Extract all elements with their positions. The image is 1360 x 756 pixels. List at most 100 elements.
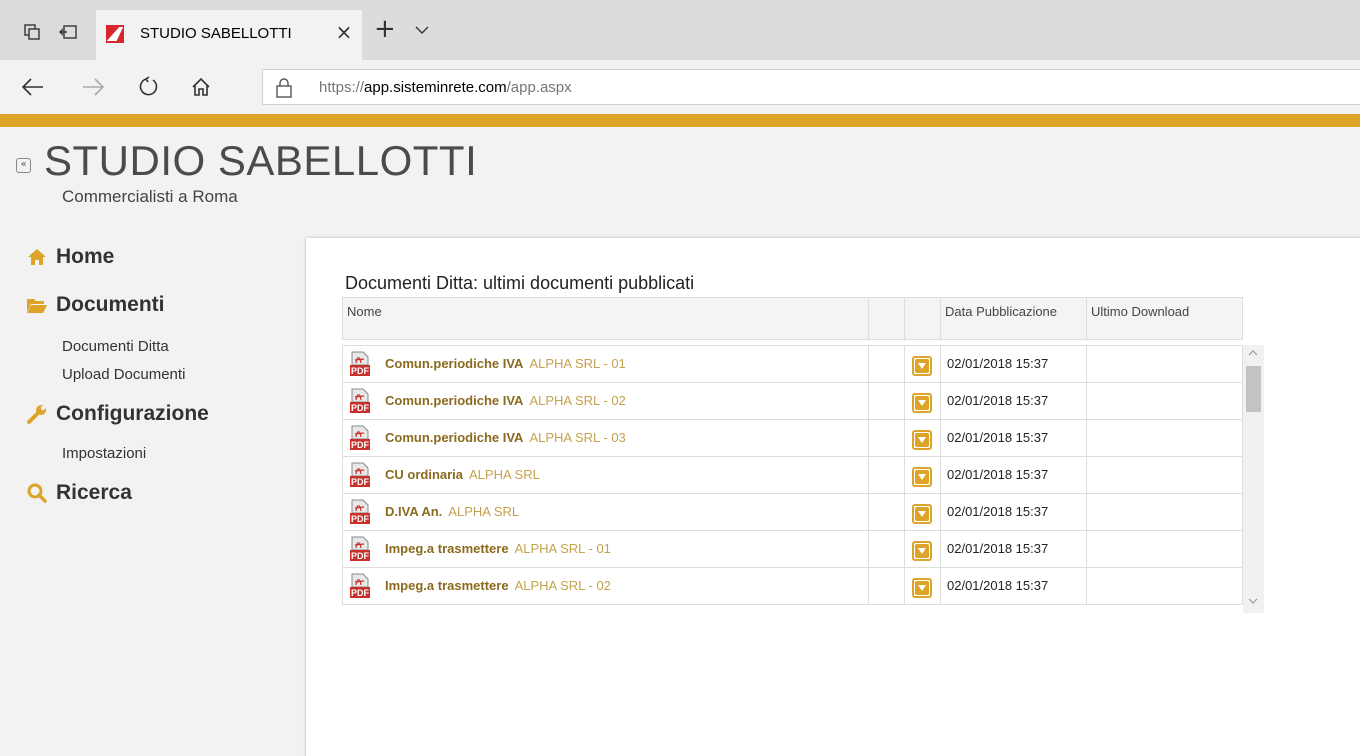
set-tabs-aside-icon[interactable] [58,22,78,42]
table-row[interactable]: PDF Comun.periodiche IVA ALPHA SRL - 02 0… [342,382,1243,420]
sidebar-label-home: Home [56,245,115,268]
document-title: Comun.periodiche IVA [385,393,524,408]
download-icon[interactable] [912,504,932,524]
tabs-aside-icon[interactable] [22,22,42,42]
refresh-icon[interactable] [134,72,164,102]
document-title: D.IVA An. [385,504,443,519]
empty-cell [869,346,905,382]
forward-arrow-icon[interactable] [78,72,108,102]
column-header-empty-1 [869,298,905,341]
table-row[interactable]: PDF CU ordinaria ALPHA SRL 02/01/2018 15:… [342,456,1243,494]
download-icon[interactable] [912,356,932,376]
download-icon[interactable] [912,467,932,487]
scroll-thumb[interactable] [1246,366,1261,412]
document-subtitle: ALPHA SRL - 02 [529,393,626,408]
document-title: Comun.periodiche IVA [385,430,524,445]
document-subtitle: ALPHA SRL - 01 [514,541,611,556]
search-icon [26,482,48,504]
table-row[interactable]: PDF Comun.periodiche IVA ALPHA SRL - 01 0… [342,345,1243,383]
document-link[interactable]: Comun.periodiche IVA ALPHA SRL - 01 [385,356,626,371]
pdf-file-icon: PDF [349,462,371,488]
publication-date: 02/01/2018 15:37 [947,430,1049,445]
svg-text:PDF: PDF [351,366,370,376]
sidebar-item-impostazioni[interactable]: Impostazioni [62,445,146,462]
url-path: /app.aspx [506,79,572,96]
brand-title: STUDIO SABELLOTTI [44,137,478,184]
empty-cell [869,420,905,456]
publication-date: 02/01/2018 15:37 [947,504,1049,519]
active-tab[interactable]: STUDIO SABELLOTTI × [96,10,362,60]
document-link[interactable]: Comun.periodiche IVA ALPHA SRL - 02 [385,393,626,408]
document-subtitle: ALPHA SRL - 01 [529,356,626,371]
url-text: https://app.sisteminrete.com/app.aspx [319,79,572,96]
download-icon[interactable] [912,578,932,598]
sidebar-item-documenti-ditta[interactable]: Documenti Ditta [62,338,169,355]
svg-text:PDF: PDF [351,551,370,561]
tab-title: STUDIO SABELLOTTI [140,25,292,42]
publication-date: 02/01/2018 15:37 [947,393,1049,408]
table-row[interactable]: PDF Comun.periodiche IVA ALPHA SRL - 03 0… [342,419,1243,457]
document-subtitle: ALPHA SRL [469,467,540,482]
empty-cell [869,568,905,604]
sidebar-item-upload-documenti[interactable]: Upload Documenti [62,366,185,383]
pdf-file-icon: PDF [349,388,371,414]
sidebar-label-configurazione: Configurazione [56,402,209,425]
download-icon[interactable] [912,393,932,413]
url-host: app.sisteminrete.com [364,79,507,96]
document-subtitle: ALPHA SRL - 02 [514,578,611,593]
home-icon[interactable] [186,72,216,102]
empty-cell [869,383,905,419]
document-link[interactable]: Comun.periodiche IVA ALPHA SRL - 03 [385,430,626,445]
tab-list-chevron-icon[interactable] [414,22,430,38]
empty-cell [869,494,905,530]
publication-date: 02/01/2018 15:37 [947,356,1049,371]
table-row[interactable]: PDF D.IVA An. ALPHA SRL 02/01/2018 15:37 [342,493,1243,531]
download-icon[interactable] [912,541,932,561]
accent-bar [0,114,1360,127]
column-header-data-pubblicazione[interactable]: Data Pubblicazione [941,298,1087,341]
svg-text:PDF: PDF [351,440,370,450]
lock-icon [275,78,293,98]
svg-text:PDF: PDF [351,588,370,598]
browser-tab-bar: STUDIO SABELLOTTI × + [0,0,1360,60]
tab-close-icon[interactable]: × [332,20,356,44]
publication-date: 02/01/2018 15:37 [947,467,1049,482]
collapse-sidebar-button[interactable]: « [16,158,31,173]
download-icon[interactable] [912,430,932,450]
empty-cell [869,457,905,493]
sidebar-item-ricerca[interactable]: Ricerca [26,481,132,505]
document-subtitle: ALPHA SRL [448,504,520,519]
sidebar-item-configurazione[interactable]: Configurazione [26,402,209,426]
wrench-icon [26,403,48,425]
column-header-ultimo-download[interactable]: Ultimo Download [1087,298,1244,341]
table-row[interactable]: PDF Impeg.a trasmettere ALPHA SRL - 01 02… [342,530,1243,568]
back-arrow-icon[interactable] [18,72,48,102]
browser-nav-bar: https://app.sisteminrete.com/app.aspx [0,60,1360,114]
main-content: Documenti Ditta: ultimi documenti pubbli… [306,238,1360,756]
scroll-down-icon[interactable] [1247,595,1259,607]
site-favicon-icon [106,25,124,43]
svg-text:PDF: PDF [351,403,370,413]
new-tab-icon[interactable]: + [374,16,396,42]
scroll-up-icon[interactable] [1247,347,1259,359]
document-title: CU ordinaria [385,467,464,482]
column-header-empty-2 [905,298,941,341]
document-link[interactable]: CU ordinaria ALPHA SRL [385,467,540,482]
table-header: Nome Data Pubblicazione Ultimo Download [342,297,1244,341]
home-icon [26,246,48,268]
document-link[interactable]: Impeg.a trasmettere ALPHA SRL - 01 [385,541,611,556]
sidebar-label-documenti: Documenti [56,293,165,316]
empty-cell [869,531,905,567]
address-bar[interactable]: https://app.sisteminrete.com/app.aspx [262,69,1360,105]
publication-date: 02/01/2018 15:37 [947,578,1049,593]
svg-text:PDF: PDF [351,477,370,487]
sidebar-item-home[interactable]: Home [26,245,114,269]
pdf-file-icon: PDF [349,536,371,562]
document-link[interactable]: D.IVA An. ALPHA SRL [385,504,519,519]
sidebar-item-documenti[interactable]: Documenti [26,293,165,317]
document-subtitle: ALPHA SRL - 03 [529,430,626,445]
column-header-nome[interactable]: Nome [343,298,869,341]
table-row[interactable]: PDF Impeg.a trasmettere ALPHA SRL - 02 02… [342,567,1243,605]
table-scrollbar[interactable] [1243,345,1264,613]
document-link[interactable]: Impeg.a trasmettere ALPHA SRL - 02 [385,578,611,593]
